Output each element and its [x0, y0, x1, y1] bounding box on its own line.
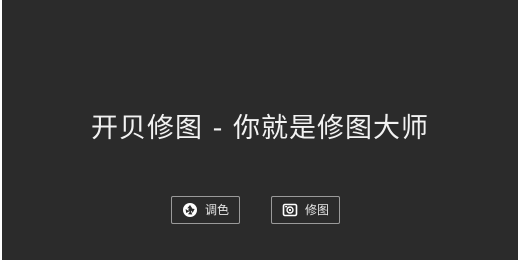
retouch-label: 修图: [304, 203, 329, 217]
aperture-icon: [182, 202, 198, 218]
welcome-headline: 开贝修图 - 你就是修图大师: [91, 113, 429, 144]
retouch-button[interactable]: 修图: [271, 196, 340, 224]
welcome-screen: 开贝修图 - 你就是修图大师 调色 修图: [0, 0, 520, 260]
adjust-color-label: 调色: [204, 203, 229, 217]
adjust-color-button[interactable]: 调色: [171, 196, 240, 224]
photo-frame-icon: [282, 202, 298, 218]
